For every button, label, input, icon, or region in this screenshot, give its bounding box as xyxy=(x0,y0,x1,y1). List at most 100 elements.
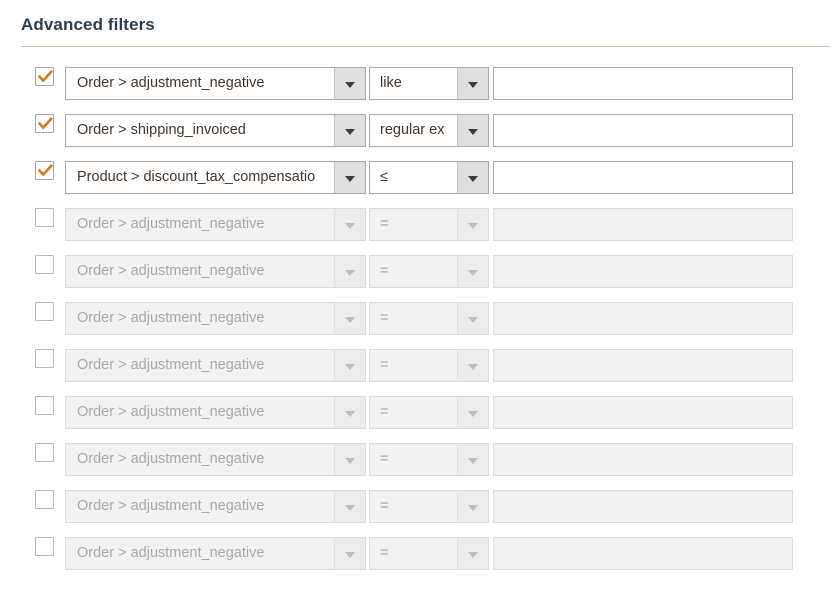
filter-enabled-checkbox-10[interactable] xyxy=(35,490,54,509)
filter-value-input xyxy=(493,396,793,429)
filter-value-text xyxy=(494,68,792,99)
filter-field-select[interactable]: Product > discount_tax_compensatio xyxy=(65,161,366,194)
filter-field-value: Order > adjustment_negative xyxy=(77,451,265,467)
filter-operator-select: = xyxy=(369,537,489,570)
filter-operator-value: = xyxy=(380,263,389,279)
filter-field-value: Order > adjustment_negative xyxy=(77,75,265,91)
chevron-down-icon[interactable] xyxy=(457,397,488,428)
filter-row-1: Order > adjustment_negative like xyxy=(0,60,832,107)
filter-operator-value: = xyxy=(380,310,389,326)
filter-row-10: Order > adjustment_negative = xyxy=(0,483,832,530)
chevron-down-icon[interactable] xyxy=(457,209,488,240)
filter-enabled-checkbox-2[interactable] xyxy=(35,114,54,133)
filter-operator-select: = xyxy=(369,396,489,429)
filter-operator-select: = xyxy=(369,208,489,241)
chevron-down-icon[interactable] xyxy=(457,162,488,193)
filter-field-value: Order > adjustment_negative xyxy=(77,357,265,373)
filter-operator-value: = xyxy=(380,357,389,373)
filter-field-select: Order > adjustment_negative xyxy=(65,537,366,570)
filter-value-text xyxy=(494,303,792,334)
filter-row-11: Order > adjustment_negative = xyxy=(0,530,832,577)
filter-operator-value: = xyxy=(380,498,389,514)
filter-field-select: Order > adjustment_negative xyxy=(65,490,366,523)
filter-value-text xyxy=(494,444,792,475)
filter-value-text xyxy=(494,397,792,428)
filter-field-value: Order > adjustment_negative xyxy=(77,498,265,514)
filter-value-input[interactable] xyxy=(493,67,793,100)
filter-enabled-checkbox-3[interactable] xyxy=(35,161,54,180)
chevron-down-icon[interactable] xyxy=(334,397,365,428)
chevron-down-icon[interactable] xyxy=(334,209,365,240)
filter-row-5: Order > adjustment_negative = xyxy=(0,248,832,295)
filter-row-2: Order > shipping_invoiced regular ex xyxy=(0,107,832,154)
title-divider xyxy=(21,46,830,47)
filter-value-input xyxy=(493,302,793,335)
filter-operator-select: = xyxy=(369,255,489,288)
filter-field-select: Order > adjustment_negative xyxy=(65,208,366,241)
filter-row-3: Product > discount_tax_compensatio ≤ xyxy=(0,154,832,201)
filter-operator-select: = xyxy=(369,349,489,382)
filter-value-input xyxy=(493,208,793,241)
filter-operator-select[interactable]: like xyxy=(369,67,489,100)
filter-operator-select[interactable]: regular ex xyxy=(369,114,489,147)
chevron-down-icon[interactable] xyxy=(457,491,488,522)
chevron-down-icon[interactable] xyxy=(457,256,488,287)
check-icon xyxy=(38,117,53,130)
check-icon xyxy=(38,164,53,177)
filter-enabled-checkbox-7[interactable] xyxy=(35,349,54,368)
filter-operator-value: ≤ xyxy=(380,169,388,185)
chevron-down-icon[interactable] xyxy=(457,350,488,381)
filter-field-value: Order > adjustment_negative xyxy=(77,545,265,561)
filter-value-input xyxy=(493,443,793,476)
chevron-down-icon[interactable] xyxy=(457,68,488,99)
filter-enabled-checkbox-9[interactable] xyxy=(35,443,54,462)
filter-value-input[interactable] xyxy=(493,161,793,194)
chevron-down-icon[interactable] xyxy=(334,444,365,475)
check-icon xyxy=(38,70,53,83)
filter-operator-select: = xyxy=(369,443,489,476)
chevron-down-icon[interactable] xyxy=(457,538,488,569)
filter-row-7: Order > adjustment_negative = xyxy=(0,342,832,389)
chevron-down-icon[interactable] xyxy=(334,350,365,381)
filter-operator-value: like xyxy=(380,75,402,91)
chevron-down-icon[interactable] xyxy=(334,68,365,99)
filter-operator-value: = xyxy=(380,545,389,561)
filter-field-select[interactable]: Order > shipping_invoiced xyxy=(65,114,366,147)
chevron-down-icon[interactable] xyxy=(334,162,365,193)
filter-value-input xyxy=(493,490,793,523)
chevron-down-icon[interactable] xyxy=(457,444,488,475)
filter-field-value: Order > shipping_invoiced xyxy=(77,122,246,138)
filter-field-value: Order > adjustment_negative xyxy=(77,404,265,420)
filter-enabled-checkbox-4[interactable] xyxy=(35,208,54,227)
filter-rows-list: Order > adjustment_negative like Order >… xyxy=(0,60,832,577)
filter-enabled-checkbox-1[interactable] xyxy=(35,67,54,86)
filter-enabled-checkbox-8[interactable] xyxy=(35,396,54,415)
filter-value-text xyxy=(494,162,792,193)
filter-field-select: Order > adjustment_negative xyxy=(65,255,366,288)
filter-enabled-checkbox-11[interactable] xyxy=(35,537,54,556)
filter-field-value: Order > adjustment_negative xyxy=(77,263,265,279)
filter-value-text xyxy=(494,115,792,146)
filter-value-text xyxy=(494,256,792,287)
chevron-down-icon[interactable] xyxy=(334,491,365,522)
filter-operator-value: = xyxy=(380,451,389,467)
filter-field-select: Order > adjustment_negative xyxy=(65,349,366,382)
filter-value-text xyxy=(494,538,792,569)
chevron-down-icon[interactable] xyxy=(457,115,488,146)
filter-operator-value: regular ex xyxy=(380,122,445,138)
chevron-down-icon[interactable] xyxy=(334,256,365,287)
filter-enabled-checkbox-5[interactable] xyxy=(35,255,54,274)
filter-operator-select: = xyxy=(369,302,489,335)
filter-operator-select[interactable]: ≤ xyxy=(369,161,489,194)
chevron-down-icon[interactable] xyxy=(334,115,365,146)
filter-field-value: Order > adjustment_negative xyxy=(77,310,265,326)
chevron-down-icon[interactable] xyxy=(334,303,365,334)
filter-field-select[interactable]: Order > adjustment_negative xyxy=(65,67,366,100)
filter-row-4: Order > adjustment_negative = xyxy=(0,201,832,248)
chevron-down-icon[interactable] xyxy=(334,538,365,569)
chevron-down-icon[interactable] xyxy=(457,303,488,334)
filter-field-select: Order > adjustment_negative xyxy=(65,443,366,476)
filter-enabled-checkbox-6[interactable] xyxy=(35,302,54,321)
advanced-filters-panel: Advanced filters Order > adjustment_nega… xyxy=(0,0,832,599)
filter-value-input[interactable] xyxy=(493,114,793,147)
